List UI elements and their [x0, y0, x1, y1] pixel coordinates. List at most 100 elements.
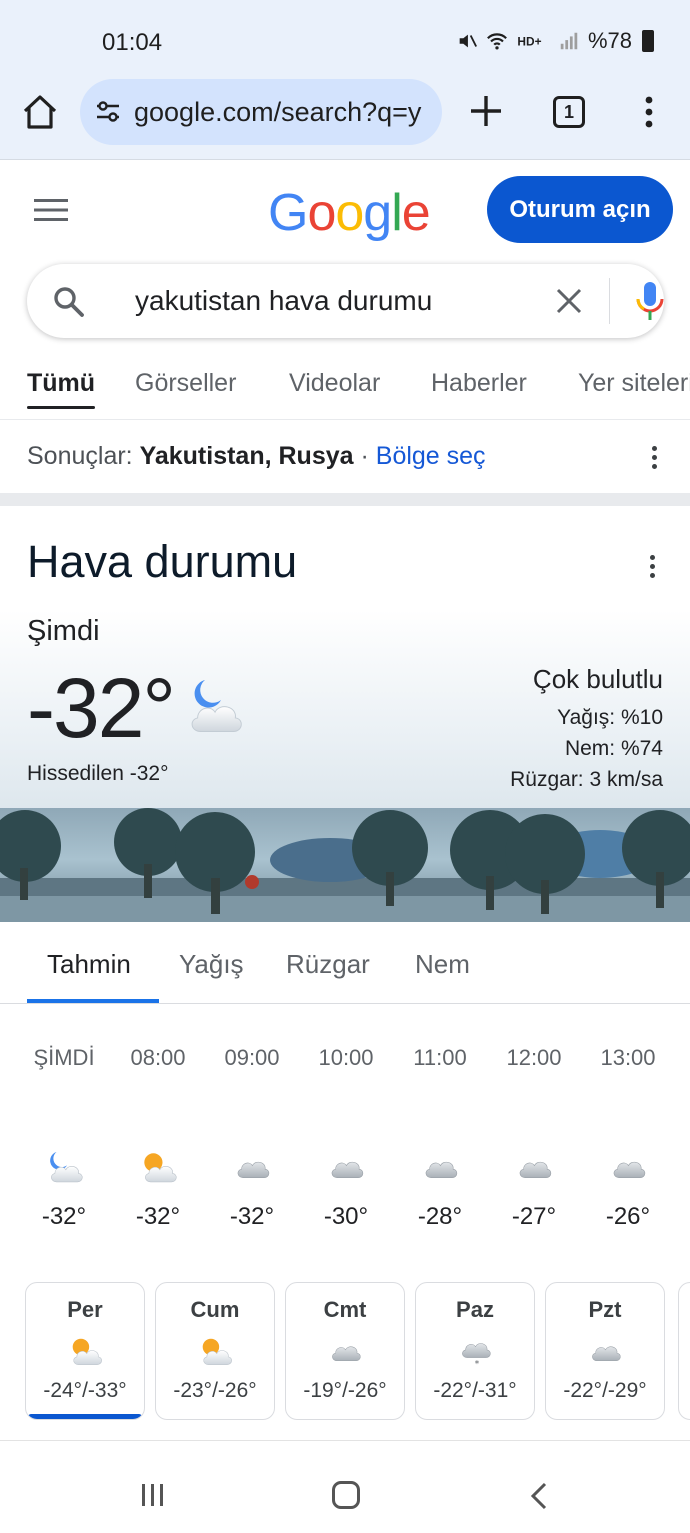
logo-letter: o [335, 184, 364, 242]
tab-switcher-button[interactable]: 1 [553, 96, 585, 128]
precipitation: Yağış: %10 [557, 706, 663, 729]
status-time: 01:04 [102, 29, 163, 56]
tab-humidity[interactable]: Nem [415, 949, 470, 980]
hourly-item[interactable]: ŞİMDİ -32° [17, 1045, 111, 1230]
hour-temperature: -28° [417, 1203, 463, 1230]
site-settings-icon[interactable] [94, 98, 122, 126]
tab-precipitation[interactable]: Yağış [179, 949, 244, 980]
hour-icon-wrap [44, 1149, 86, 1187]
day-card[interactable]: Pzt -22°/-29° [545, 1282, 665, 1420]
logo-letter: e [401, 184, 431, 242]
day-temperature-range: -22°/-31° [433, 1379, 517, 1402]
hour-icon-wrap [514, 1149, 556, 1187]
sun-cloud-icon [144, 1153, 177, 1183]
new-tab-icon[interactable] [467, 92, 505, 130]
address-bar[interactable]: google.com/search?q=y [80, 79, 442, 145]
selected-day-indicator [28, 1414, 142, 1419]
results-prefix: Sonuçlar: [27, 442, 140, 470]
search-icon[interactable] [51, 284, 85, 318]
day-name: Cmt [323, 1297, 367, 1322]
hour-label: 13:00 [600, 1045, 656, 1070]
hour-label: 12:00 [506, 1045, 562, 1070]
day-name: Per [67, 1297, 103, 1322]
day-temperature-range: -22°/-29° [563, 1379, 647, 1402]
day-card[interactable]: Cum -23°/-26° [155, 1282, 275, 1420]
search-input[interactable]: yakutistan hava durumu [135, 285, 432, 317]
system-nav-bar [0, 1440, 690, 1533]
wind: Rüzgar: 3 km/sa [510, 768, 663, 791]
status-icons: HD+ %78 [456, 28, 654, 54]
tab-all[interactable]: Tümü [27, 369, 95, 398]
google-logo[interactable]: Google [268, 183, 431, 243]
hour-temperature: -26° [605, 1203, 651, 1230]
tab-forecast[interactable]: Tahmin [47, 949, 131, 980]
results-location-line: Sonuçlar: Yakutistan, Rusya · Bölge seç [27, 442, 486, 471]
signal-icon [560, 32, 578, 50]
back-icon[interactable] [528, 1481, 550, 1511]
tab-images[interactable]: Görseller [135, 369, 236, 398]
choose-region-link[interactable]: Bölge seç [376, 442, 486, 470]
hour-temperature: -32° [135, 1203, 181, 1230]
hour-label: 10:00 [318, 1045, 374, 1070]
tab-wind[interactable]: Rüzgar [286, 949, 370, 980]
browser-menu-icon[interactable] [636, 94, 662, 130]
cloud-icon [331, 1161, 364, 1179]
moon-cloud-icon [50, 1151, 83, 1183]
day-temperature-range: -19°/-26° [303, 1379, 387, 1402]
day-card[interactable]: Cmt -19°/-26° [285, 1282, 405, 1420]
hour-label: 11:00 [413, 1045, 467, 1070]
home-nav-icon[interactable] [332, 1481, 360, 1509]
hamburger-menu-icon[interactable] [34, 196, 68, 224]
logo-letter: g [363, 184, 392, 242]
search-box[interactable]: yakutistan hava durumu [27, 264, 664, 338]
hourly-item[interactable]: 10:00 -30° [299, 1045, 393, 1230]
hour-icon-wrap [608, 1149, 650, 1187]
hour-temperature: -30° [323, 1203, 369, 1230]
browser-chrome: 01:04 HD+ %78 google.com/search?q=y 1 [0, 0, 690, 160]
hour-temperature: -32° [229, 1203, 275, 1230]
day-icon-wrap [327, 1335, 365, 1369]
logo-letter: G [268, 184, 308, 242]
result-tabs: Tümü Görseller Videolar Haberler Yer sit… [0, 358, 690, 420]
day-temperature-range: -23°/-26° [173, 1379, 257, 1402]
hour-temperature: -27° [511, 1203, 557, 1230]
hourly-item[interactable]: 12:00 -27° [487, 1045, 581, 1230]
tab-places[interactable]: Yer siteleri [578, 369, 690, 398]
forecast-tab-indicator [27, 999, 159, 1003]
mute-icon [459, 34, 477, 48]
day-name: Pzt [588, 1297, 622, 1322]
hour-label: 09:00 [224, 1045, 280, 1070]
url-text[interactable]: google.com/search?q=y [134, 97, 421, 128]
daily-forecast: Per -24°/-33° Cum -23°/-26° Cmt -19°/-26° Paz *… [25, 1282, 690, 1422]
tab-news[interactable]: Haberler [431, 369, 527, 398]
svg-text:*: * [475, 1360, 480, 1369]
hourly-item[interactable]: 13:00 -26° [581, 1045, 675, 1230]
home-icon[interactable] [20, 92, 60, 132]
weather-more-icon[interactable] [648, 553, 656, 579]
current-temperature: -32° [27, 661, 176, 755]
day-temperature-range: -24°/-33° [43, 1379, 127, 1402]
results-more-icon[interactable] [650, 444, 658, 470]
cloud-icon [519, 1161, 552, 1179]
daily-card-partial[interactable] [678, 1282, 690, 1420]
recent-apps-icon[interactable] [140, 1483, 166, 1507]
sign-in-button[interactable]: Oturum açın [487, 176, 673, 243]
day-card[interactable]: Per -24°/-33° [25, 1282, 145, 1420]
hour-label: ŞİMDİ [33, 1045, 95, 1070]
humidity: Nem: %74 [564, 737, 663, 760]
hourly-item[interactable]: 08:00 -32° [111, 1045, 205, 1230]
microphone-icon[interactable] [635, 280, 665, 322]
feels-like: Hissedilen -32° [27, 762, 169, 785]
tab-videos[interactable]: Videolar [289, 369, 380, 398]
day-card[interactable]: Paz * -22°/-31° [415, 1282, 535, 1420]
weather-condition: Çok bulutlu [532, 664, 663, 694]
moon-cloud-icon [191, 680, 242, 732]
hourly-item[interactable]: 11:00 -28° [393, 1045, 487, 1230]
sun-cloud-icon [72, 1338, 102, 1365]
hour-label: 08:00 [130, 1045, 186, 1070]
sun-cloud-icon [202, 1338, 232, 1365]
cloud-icon [613, 1161, 646, 1179]
hourly-item[interactable]: 09:00 -32° [205, 1045, 299, 1230]
clear-icon[interactable] [554, 286, 584, 316]
cloud-icon [592, 1346, 621, 1362]
